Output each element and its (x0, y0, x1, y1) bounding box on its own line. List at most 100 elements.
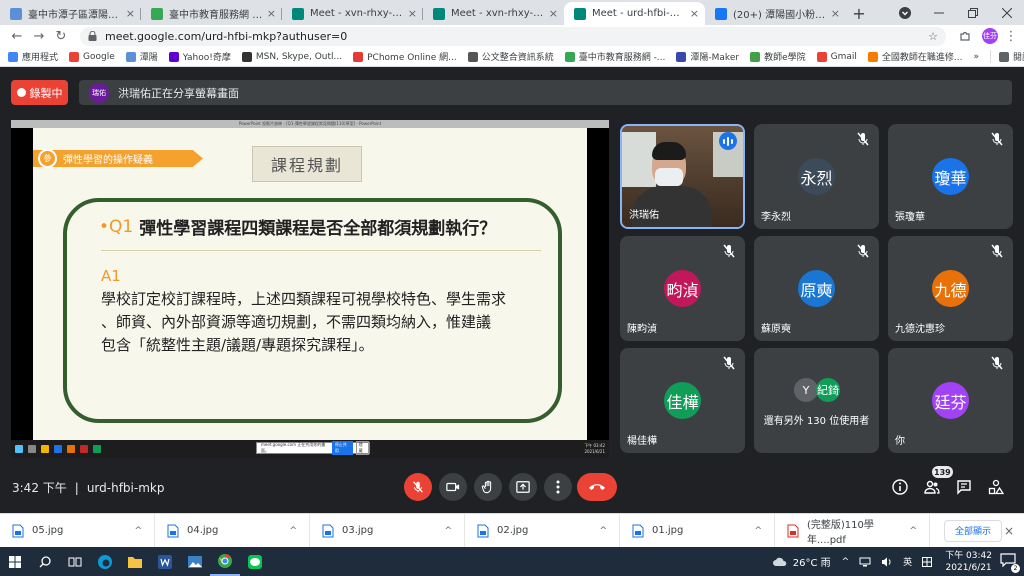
browser-tab[interactable]: (20+) 潭陽國小粉絲團 | Fac × (705, 2, 846, 25)
participants-button[interactable] (921, 476, 943, 498)
tab-close-icon[interactable]: × (126, 7, 135, 20)
chevron-up-icon[interactable]: ^ (289, 526, 297, 536)
browser-tab[interactable]: 臺中市潭子區潭陽國民小學 × (0, 2, 141, 25)
shared-start-icon (15, 445, 23, 453)
start-button[interactable] (0, 547, 30, 576)
more-options-button[interactable] (544, 473, 572, 501)
download-item[interactable]: 01.jpg ^ (620, 513, 775, 548)
taskbar-app-photos[interactable] (180, 547, 210, 576)
bookmarks-overflow-icon[interactable]: » (973, 52, 979, 62)
back-icon[interactable]: ← (6, 29, 28, 44)
bookmark-item[interactable]: MSN, Skype, Outl... (241, 51, 342, 62)
participant-tile[interactable]: 九德 九德沈惠珍 (888, 236, 1013, 341)
recording-indicator[interactable]: 錄製中 (11, 80, 68, 105)
participant-tile[interactable]: 永烈 李永烈 (754, 124, 879, 229)
download-item[interactable]: 04.jpg ^ (155, 513, 310, 548)
restore-icon[interactable] (956, 7, 990, 18)
notification-center-button[interactable]: 2 (1000, 552, 1020, 573)
bookmark-favicon (564, 51, 575, 62)
bookmark-item[interactable]: Yahoo!奇摩 (168, 50, 231, 63)
forward-icon[interactable]: → (28, 29, 50, 44)
leave-call-button[interactable] (577, 473, 617, 501)
activities-button[interactable] (985, 476, 1007, 498)
tab-close-icon[interactable]: × (549, 7, 558, 20)
reading-list-button[interactable]: 閱讀清單 (990, 50, 1024, 63)
camera-button[interactable] (439, 473, 467, 501)
shared-taskbar: meet.google.com 正在共用你的畫面。 停止共用 隱藏 下午 03:… (11, 440, 609, 458)
tab-close-icon[interactable]: × (408, 7, 417, 20)
bookmark-item[interactable]: 潭陽 (125, 50, 158, 63)
chevron-up-icon[interactable]: ^ (444, 526, 452, 536)
taskbar-app-chrome[interactable] (210, 547, 240, 576)
stop-sharing-button[interactable]: 停止共用 (331, 441, 353, 455)
chevron-up-icon[interactable]: ^ (134, 526, 142, 536)
minimize-icon[interactable] (922, 8, 956, 18)
more-vert-icon (556, 480, 560, 494)
bookmark-item[interactable]: Gmail (816, 51, 857, 62)
participant-avatar: 佳樺 (664, 382, 701, 419)
taskbar-app-word[interactable] (150, 547, 180, 576)
taskbar-app-edge[interactable] (90, 547, 120, 576)
browser-tab[interactable]: 臺中市教育服務網 - 校園活... × (141, 2, 282, 25)
others-tile[interactable]: Y 紀錡 還有另外 130 位使用者 (754, 348, 879, 453)
close-window-icon[interactable] (990, 7, 1024, 18)
weather-text[interactable]: 26°C 雨 (793, 554, 831, 569)
download-item[interactable]: 02.jpg ^ (465, 513, 620, 548)
tab-close-icon[interactable]: × (690, 7, 699, 20)
participant-tile[interactable]: 瓊華 張瓊華 (888, 124, 1013, 229)
chevron-up-icon[interactable]: ^ (599, 526, 607, 536)
close-downloads-icon[interactable]: × (1004, 524, 1014, 538)
download-item[interactable]: 03.jpg ^ (310, 513, 465, 548)
volume-icon[interactable] (881, 557, 893, 567)
participant-tile-speaking[interactable]: 洪瑞佑 (620, 124, 745, 229)
browser-menu-icon[interactable]: ⋮ (1004, 29, 1018, 44)
lock-icon[interactable] (88, 31, 97, 41)
participant-tile[interactable]: 原奭 蘇原奭 (754, 236, 879, 341)
present-button[interactable] (509, 473, 537, 501)
profile-avatar[interactable]: 佳芬 (982, 28, 998, 44)
download-item[interactable]: (完整版)110學年....pdf ^ (775, 513, 930, 548)
participant-tile[interactable]: 畇湞 陳畇湞 (620, 236, 745, 341)
extensions-icon[interactable] (954, 30, 976, 42)
browser-tab-active[interactable]: Meet - urd-hfbi-mkp × (564, 2, 705, 25)
chat-button[interactable] (953, 476, 975, 498)
network-icon[interactable] (859, 557, 871, 567)
chevron-up-icon[interactable]: ^ (754, 526, 762, 536)
participant-tile[interactable]: 佳樺 楊佳樺 (620, 348, 745, 453)
reload-icon[interactable]: ↻ (50, 29, 72, 44)
bookmark-star-icon[interactable]: ☆ (928, 30, 938, 43)
taskbar-app-line[interactable] (240, 547, 270, 576)
bookmark-item[interactable]: 全國教師在職進修... (867, 50, 962, 63)
tab-close-icon[interactable]: × (831, 7, 840, 20)
ime-grid-icon[interactable] (922, 556, 933, 567)
microphone-button[interactable] (404, 473, 432, 501)
hide-notice-button[interactable]: 隱藏 (355, 441, 369, 455)
show-all-downloads-button[interactable]: 全部顯示 (944, 519, 1003, 542)
self-tile[interactable]: 廷芬 你 (888, 348, 1013, 453)
bookmark-item[interactable]: Google (69, 51, 115, 62)
browser-tab[interactable]: Meet - xvn-rhxy-zbd × (282, 2, 423, 25)
shared-screen[interactable]: PowerPoint 投影片放映 - [Q1-彈性學習課程常見問題(110)草案… (11, 120, 609, 458)
tray-chevron-icon[interactable]: ^ (842, 557, 850, 567)
chevron-up-icon[interactable]: ^ (909, 526, 917, 536)
bookmark-item[interactable]: 潭陽-Maker (676, 50, 739, 63)
url-field[interactable]: meet.google.com/urd-hfbi-mkp?authuser=0 … (80, 26, 946, 46)
bookmark-item[interactable]: 應用程式 (8, 50, 58, 63)
browser-tab[interactable]: Meet - xvn-rhxy-zbd × (423, 2, 564, 25)
bookmark-item[interactable]: PChome Online 網... (353, 50, 457, 63)
taskbar-clock[interactable]: 下午 03:42 2021/6/21 (945, 550, 992, 574)
task-view-button[interactable] (60, 547, 90, 576)
raise-hand-button[interactable] (474, 473, 502, 501)
search-button[interactable] (30, 547, 60, 576)
tab-close-icon[interactable]: × (267, 7, 276, 20)
bookmark-item[interactable]: 臺中市教育服務網 -... (564, 50, 665, 63)
input-method-indicator[interactable]: 英 (903, 555, 912, 568)
bookmark-item[interactable]: 教師e學院 (750, 50, 806, 63)
bookmark-item[interactable]: 公文整合資訊系統 (467, 50, 554, 63)
download-item[interactable]: 05.jpg ^ (0, 513, 155, 548)
bookmark-favicon (867, 51, 878, 62)
meeting-info-button[interactable] (889, 476, 911, 498)
tab-search-icon[interactable] (888, 6, 922, 19)
taskbar-app-explorer[interactable] (120, 547, 150, 576)
new-tab-button[interactable]: + (846, 2, 872, 25)
